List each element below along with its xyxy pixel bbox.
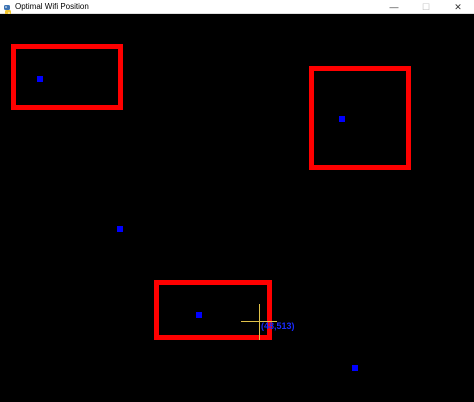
room-outline-bottom-center: [154, 280, 272, 340]
device-marker: [117, 226, 123, 232]
cursor-coordinate-readout: (48,513): [261, 321, 295, 331]
close-button[interactable]: ✕: [442, 0, 474, 14]
app-window: Optimal Wifi Position — ☐ ✕ (48,513): [0, 0, 474, 402]
window-title: Optimal Wifi Position: [15, 1, 89, 11]
title-bar[interactable]: Optimal Wifi Position — ☐ ✕: [0, 0, 474, 15]
floorplan-canvas[interactable]: (48,513): [0, 14, 474, 402]
device-marker: [196, 312, 202, 318]
cursor-crosshair-vertical: [259, 304, 260, 340]
window-controls: — ☐ ✕: [378, 0, 474, 14]
room-outline-top-left: [11, 44, 123, 110]
python-app-icon: [3, 2, 12, 15]
minimize-button[interactable]: —: [378, 0, 410, 14]
maximize-button[interactable]: ☐: [410, 0, 442, 14]
device-marker: [339, 116, 345, 122]
room-outline-top-right: [309, 66, 411, 170]
device-marker: [352, 365, 358, 371]
device-marker: [37, 76, 43, 82]
